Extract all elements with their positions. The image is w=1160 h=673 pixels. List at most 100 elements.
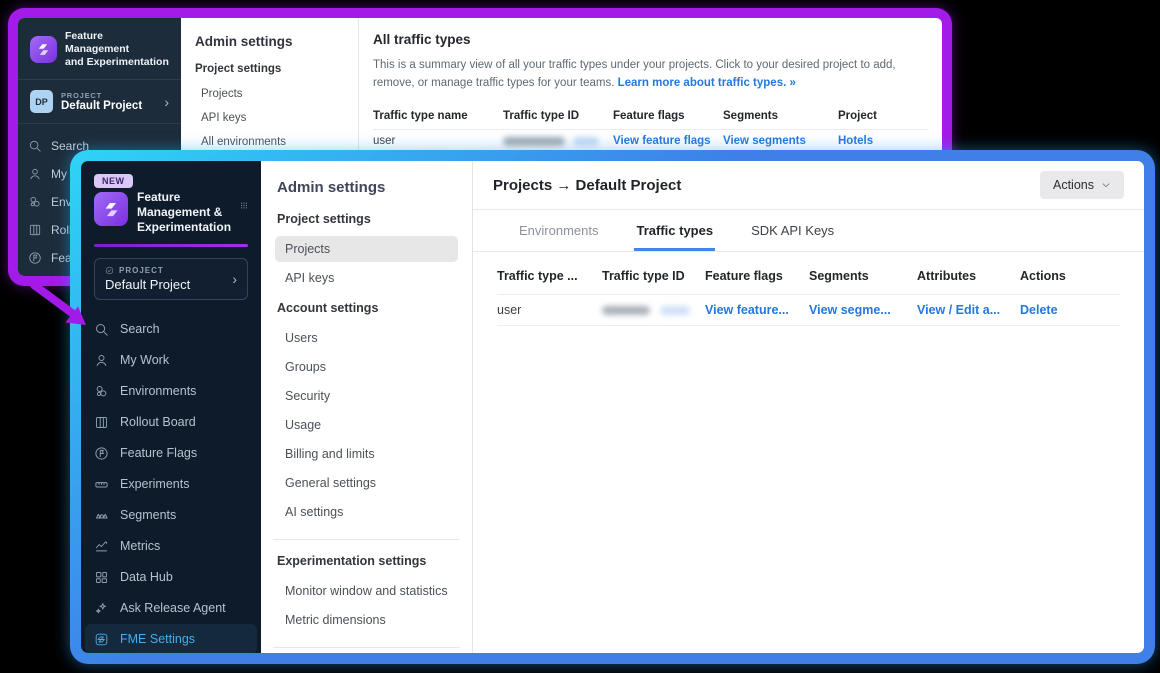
person-icon [94, 353, 109, 368]
admin-section-heading: Experimentation settings [277, 554, 456, 568]
admin-item-usage[interactable]: Usage [275, 412, 458, 438]
divider [18, 123, 181, 124]
sidebar-item-rollout-board[interactable]: Rollout Board [85, 407, 257, 437]
col-project: Project [838, 110, 928, 122]
back-project-selector[interactable]: DP PROJECT Default Project › [28, 82, 171, 121]
view-segments-link[interactable]: View segme... [809, 303, 917, 317]
table-header-row: Traffic type name Traffic type ID Featur… [373, 103, 928, 129]
col-traffic-type-id: Traffic type ID [602, 269, 705, 283]
app-switcher-icon[interactable] [240, 198, 248, 213]
fme-settings-icon [94, 632, 109, 647]
project-label: PROJECT [119, 266, 164, 275]
admin-item-groups[interactable]: Groups [275, 354, 458, 380]
sparkles-icon [94, 601, 109, 616]
sidebar-item-label: Segments [120, 508, 176, 522]
environments-icon [28, 195, 42, 209]
search-icon [94, 322, 109, 337]
back-admin-section-heading: Project settings [195, 63, 344, 75]
fme-logo-icon [30, 36, 57, 63]
col-traffic-type-name: Traffic type name [373, 110, 503, 122]
actions-button[interactable]: Actions [1040, 171, 1124, 199]
admin-item-projects[interactable]: Projects [275, 236, 458, 262]
admin-item-users[interactable]: Users [275, 325, 458, 351]
cell-traffic-type-id-redacted [503, 135, 613, 147]
cell-traffic-type-name: user [373, 135, 503, 147]
back-page-title: All traffic types [373, 32, 928, 47]
annotation-arrow-icon [24, 280, 96, 332]
sidebar-item-label: Metrics [120, 539, 160, 553]
admin-item-ai-settings[interactable]: AI settings [275, 499, 458, 525]
project-avatar: DP [30, 90, 53, 113]
sidebar-item-search[interactable]: Search [85, 314, 257, 344]
sidebar-item-ask-release-agent[interactable]: Ask Release Agent [85, 593, 257, 623]
view-feature-flags-link[interactable]: View feature flags [613, 135, 723, 147]
admin-item-security[interactable]: Security [275, 383, 458, 409]
col-feature-flags: Feature flags [613, 110, 723, 122]
flag-icon [94, 446, 109, 461]
table-header-row: Traffic type ... Traffic type ID Feature… [497, 258, 1120, 294]
board-icon [28, 223, 42, 237]
project-name: Default Project [105, 277, 232, 292]
col-traffic-type-id: Traffic type ID [503, 110, 613, 122]
cell-traffic-type-name: user [497, 303, 602, 317]
tab-environments[interactable]: Environments [517, 210, 600, 251]
new-badge: NEW [94, 174, 133, 188]
tab-traffic-types[interactable]: Traffic types [634, 210, 715, 251]
segments-icon [94, 508, 109, 523]
chevron-right-icon: › [232, 272, 237, 286]
sidebar-item-feature-flags[interactable]: Feature Flags [85, 438, 257, 468]
sidebar-item-metrics[interactable]: Metrics [85, 531, 257, 561]
front-sidebar-nav: Search My Work Environments Rollout Boar… [94, 314, 248, 653]
table-row: user View feature... View segme... View … [497, 294, 1120, 326]
project-icon [105, 266, 114, 275]
sidebar-item-data-hub[interactable]: Data Hub [85, 562, 257, 592]
front-app-title-line2: Management & [137, 205, 231, 220]
actions-button-label: Actions [1053, 178, 1094, 192]
sidebar-item-experiments[interactable]: Experiments [85, 469, 257, 499]
front-app-title-line3: Experimentation [137, 220, 231, 235]
chevron-right-icon: › [164, 95, 169, 109]
admin-item-api-keys[interactable]: API keys [191, 107, 348, 129]
back-app-logo: Feature Management and Experimentation [28, 26, 171, 77]
admin-item-monitor-window[interactable]: Monitor window and statistics [275, 578, 458, 604]
sidebar-item-fme-settings[interactable]: FME Settings [85, 624, 257, 653]
col-attributes: Attributes [917, 269, 1020, 283]
back-app-title-line1: Feature Management [65, 30, 169, 56]
admin-section-heading: Project settings [277, 212, 456, 226]
view-segments-link[interactable]: View segments [723, 135, 838, 147]
sidebar-item-label: Environments [120, 384, 196, 398]
project-tabs: Environments Traffic types SDK API Keys [473, 210, 1144, 252]
sidebar-item-environments[interactable]: Environments [85, 376, 257, 406]
sidebar-item-my-work[interactable]: My Work [85, 345, 257, 375]
front-app-frame: NEW Feature Management & Experimentation [81, 161, 1144, 653]
view-edit-attributes-link[interactable]: View / Edit a... [917, 303, 1020, 317]
sidebar-item-label: Feature Flags [120, 446, 197, 460]
delete-link[interactable]: Delete [1020, 303, 1120, 317]
front-project-selector[interactable]: PROJECT Default Project › [94, 258, 248, 300]
project-link[interactable]: Hotels [838, 135, 928, 147]
admin-item-api-keys[interactable]: API keys [275, 265, 458, 291]
admin-item-general-settings[interactable]: General settings [275, 470, 458, 496]
sidebar-item-label: Rollout Board [120, 415, 196, 429]
admin-item-billing-and-limits[interactable]: Billing and limits [275, 441, 458, 467]
sidebar-item-segments[interactable]: Segments [85, 500, 257, 530]
flag-icon [28, 251, 42, 265]
cell-traffic-type-id-redacted [602, 303, 705, 317]
col-segments: Segments [723, 110, 838, 122]
sidebar-item-label: Experiments [120, 477, 189, 491]
experiments-icon [94, 477, 109, 492]
front-sidebar: NEW Feature Management & Experimentation [81, 161, 261, 653]
chevron-down-icon [1101, 180, 1111, 190]
sidebar-item-label: Data Hub [120, 570, 173, 584]
col-traffic-type-name: Traffic type ... [497, 269, 602, 283]
front-main-content: Projects → Default Project Actions Envir… [473, 161, 1144, 653]
desktop-background: Feature Management and Experimentation D… [0, 0, 1160, 673]
data-hub-icon [94, 570, 109, 585]
view-feature-flags-link[interactable]: View feature... [705, 303, 809, 317]
admin-item-metric-dimensions[interactable]: Metric dimensions [275, 607, 458, 633]
learn-more-link[interactable]: Learn more about traffic types. » [618, 77, 796, 89]
admin-item-projects[interactable]: Projects [191, 83, 348, 105]
metrics-icon [94, 539, 109, 554]
front-traffic-table: Traffic type ... Traffic type ID Feature… [473, 252, 1144, 326]
tab-sdk-api-keys[interactable]: SDK API Keys [749, 210, 836, 251]
